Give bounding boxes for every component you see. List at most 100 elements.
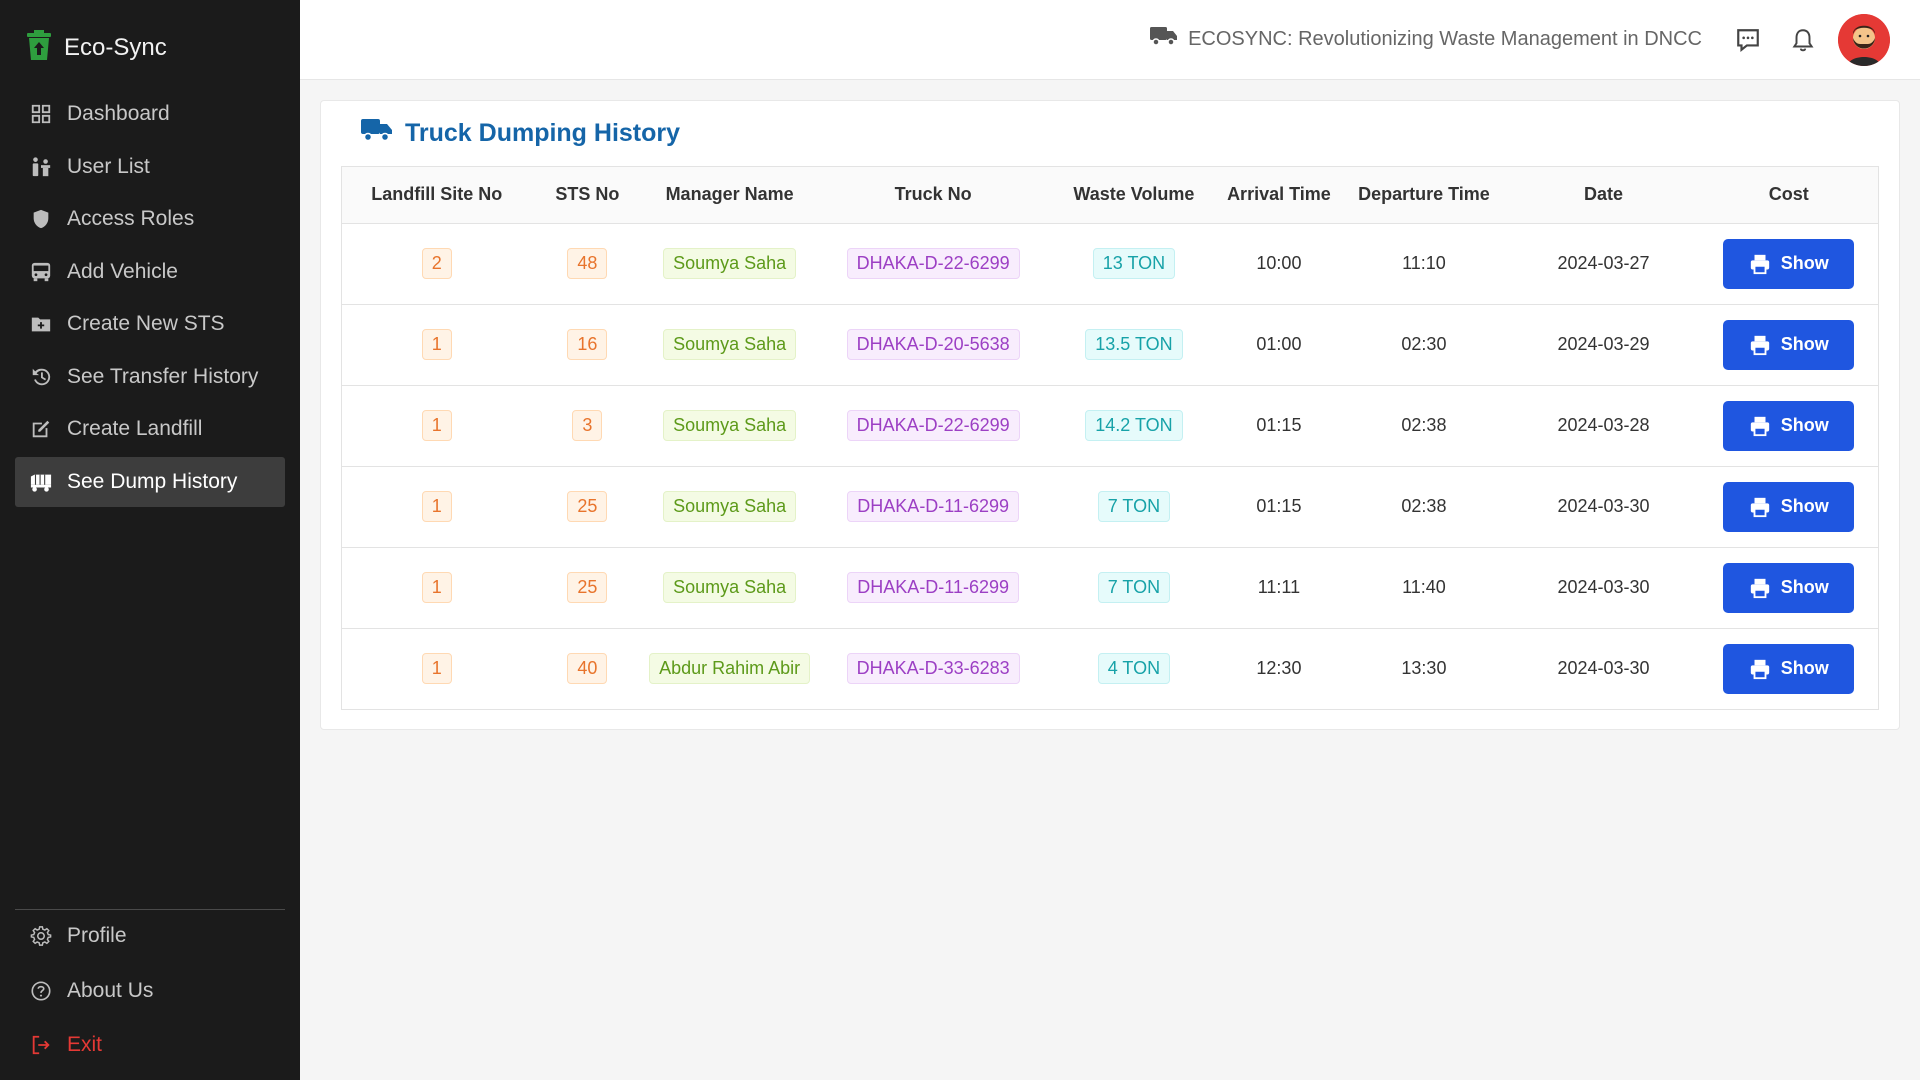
column-header[interactable]: Departure Time	[1340, 167, 1508, 224]
truck-no-tag: DHAKA-D-11-6299	[847, 572, 1020, 603]
show-button-label: Show	[1780, 253, 1829, 273]
truck-icon	[361, 117, 393, 150]
history-icon	[29, 365, 53, 389]
waste-volume-tag: 13.5 TON	[1085, 329, 1183, 360]
bell-icon[interactable]	[1789, 26, 1817, 54]
show-cost-button[interactable]: Show	[1723, 400, 1855, 451]
show-cost-button[interactable]: Show	[1723, 643, 1855, 694]
column-header[interactable]: Manager Name	[643, 167, 817, 224]
date: 2024-03-30	[1507, 627, 1700, 709]
sidebar-item-exit[interactable]: Exit	[15, 1019, 285, 1071]
sidebar-item-label: See Transfer History	[67, 364, 259, 388]
message-icon[interactable]	[1734, 26, 1762, 54]
sidebar-item-label: User List	[67, 154, 150, 178]
landfill-site-tag: 2	[421, 248, 452, 279]
table-row: 2 48 Soumya Saha DHAKA-D-22-6299 13 TON …	[342, 223, 1878, 304]
show-cost-button[interactable]: Show	[1723, 238, 1855, 289]
show-cost-button[interactable]: Show	[1723, 481, 1855, 532]
column-header[interactable]: Truck No	[816, 167, 1051, 224]
date: 2024-03-30	[1507, 465, 1700, 547]
column-header[interactable]: Landfill Site No	[342, 167, 532, 224]
shield-icon	[29, 207, 53, 231]
edit-icon	[29, 417, 53, 441]
printer-icon	[1750, 254, 1769, 274]
arrival-time: 11:11	[1217, 546, 1341, 628]
brand-name: Eco-Sync	[64, 33, 167, 61]
manager-name-tag: Soumya Saha	[663, 491, 797, 522]
sts-no-tag: 3	[572, 410, 603, 441]
folder-plus-icon	[29, 312, 53, 336]
departure-time: 02:30	[1340, 303, 1508, 385]
manager-name-tag: Soumya Saha	[663, 410, 797, 441]
question-circle-icon	[29, 979, 53, 1003]
truck-no-tag: DHAKA-D-22-6299	[846, 248, 1020, 279]
sidebar-item-label: Create New STS	[67, 312, 225, 335]
brand[interactable]: Eco-Sync	[26, 30, 167, 65]
truck-no-tag: DHAKA-D-22-6299	[846, 410, 1020, 441]
sidebar-item-dashboard[interactable]: Dashboard	[15, 89, 285, 139]
departure-time: 02:38	[1340, 465, 1508, 547]
printer-icon	[1750, 497, 1769, 517]
show-button-label: Show	[1780, 415, 1829, 435]
manager-name-tag: Soumya Saha	[663, 572, 797, 603]
sts-no-tag: 40	[567, 653, 608, 685]
column-header[interactable]: Date	[1507, 167, 1700, 224]
manager-name-tag: Soumya Saha	[663, 248, 797, 279]
dump-history-table: Landfill Site No STS No Manager Name Tru…	[341, 166, 1879, 710]
column-header[interactable]: Cost	[1699, 167, 1878, 224]
sidebar-item-label: About Us	[67, 978, 154, 1002]
column-header[interactable]: Waste Volume	[1050, 167, 1218, 224]
sidebar-item-access-roles[interactable]: Access Roles	[15, 194, 285, 244]
user-avatar[interactable]	[1838, 14, 1890, 66]
landfill-site-tag: 1	[421, 572, 452, 603]
sidebar: Eco-Sync Dashboard User List Access Role…	[0, 0, 300, 1080]
sidebar-item-label: Access Roles	[67, 207, 195, 230]
date: 2024-03-28	[1507, 384, 1700, 466]
grid-icon	[29, 102, 53, 126]
dump-history-card: Truck Dumping History Landfill Site No S…	[320, 100, 1900, 730]
users-icon	[29, 155, 53, 179]
printer-icon	[1750, 416, 1769, 436]
departure-time: 02:38	[1340, 384, 1508, 466]
sidebar-item-add-vehicle[interactable]: Add Vehicle	[15, 247, 285, 297]
sidebar-item-user-list[interactable]: User List	[15, 142, 285, 192]
sidebar-item-create-landfill[interactable]: Create Landfill	[15, 404, 285, 454]
sidebar-item-profile[interactable]: Profile	[15, 910, 285, 962]
sidebar-bottom-nav: Profile About Us Exit	[15, 910, 285, 1074]
show-button-label: Show	[1780, 577, 1829, 597]
show-cost-button[interactable]: Show	[1723, 562, 1855, 613]
table-row: 1 16 Soumya Saha DHAKA-D-20-5638 13.5 TO…	[342, 303, 1878, 385]
sidebar-item-label: Add Vehicle	[67, 259, 178, 283]
date: 2024-03-30	[1507, 546, 1700, 628]
departure-time: 13:30	[1340, 627, 1508, 709]
sts-no-tag: 25	[567, 491, 608, 522]
gear-icon	[29, 924, 53, 948]
truck-icon	[1150, 25, 1178, 53]
show-button-label: Show	[1780, 334, 1829, 354]
date: 2024-03-27	[1557, 253, 1650, 273]
waste-volume-tag: 7 TON	[1097, 572, 1171, 603]
header-title: ECOSYNC: Revolutionizing Waste Managemen…	[1150, 25, 1702, 53]
printer-icon	[1750, 335, 1769, 355]
landfill-site-tag: 1	[421, 329, 452, 360]
waste-volume-tag: 13 TON	[1092, 248, 1176, 279]
show-cost-button[interactable]: Show	[1723, 319, 1855, 370]
manager-name-tag: Abdur Rahim Abir	[649, 653, 811, 685]
show-button-label: Show	[1780, 496, 1829, 516]
arrival-time: 10:00	[1256, 253, 1302, 273]
column-header[interactable]: Arrival Time	[1217, 167, 1341, 224]
sidebar-item-see-dump-history[interactable]: See Dump History	[15, 456, 285, 507]
table-row: 1 3 Soumya Saha DHAKA-D-22-6299 14.2 TON…	[342, 384, 1878, 466]
sts-no-tag: 16	[567, 329, 608, 360]
column-header[interactable]: STS No	[531, 167, 644, 224]
sidebar-item-see-transfer-history[interactable]: See Transfer History	[15, 352, 285, 402]
sidebar-item-label: Dashboard	[67, 102, 170, 125]
sidebar-item-about-us[interactable]: About Us	[15, 965, 285, 1017]
table-header-row: Landfill Site No STS No Manager Name Tru…	[342, 167, 1878, 224]
recycle-bin-logo-icon	[26, 30, 52, 65]
departure-time: 11:10	[1402, 253, 1446, 273]
sts-no-tag: 48	[567, 248, 608, 279]
arrival-time: 01:15	[1217, 384, 1341, 466]
truck-no-tag: DHAKA-D-20-5638	[846, 329, 1020, 360]
sidebar-item-create-new-sts[interactable]: Create New STS	[15, 299, 285, 349]
